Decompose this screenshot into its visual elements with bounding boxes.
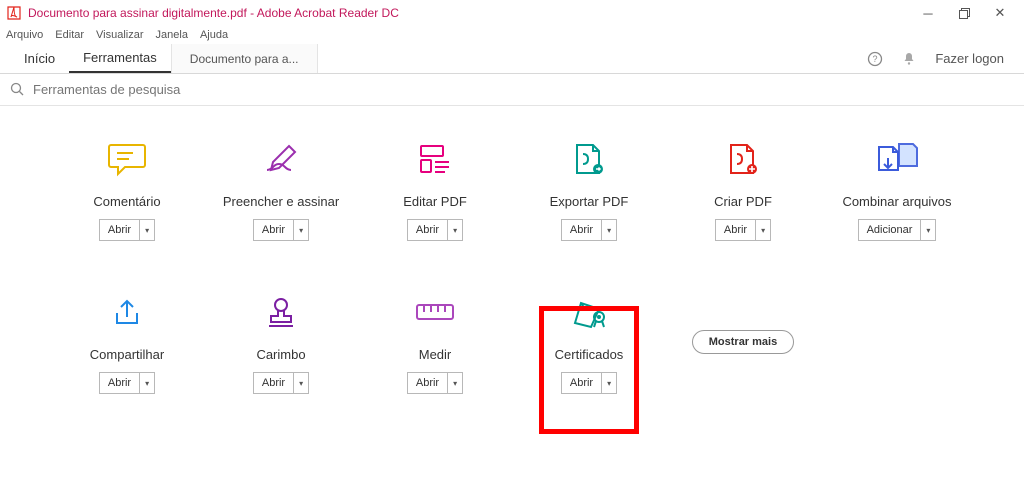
combine-icon — [873, 136, 921, 184]
tool-measure[interactable]: Medir Abrir▾ — [358, 289, 512, 394]
tool-open-button[interactable]: Abrir — [254, 373, 294, 393]
svg-text:?: ? — [873, 54, 878, 64]
tab-bar: Início Ferramentas Documento para a... ?… — [0, 44, 1024, 74]
certificate-icon — [565, 289, 613, 337]
search-bar — [0, 74, 1024, 106]
acrobat-icon — [6, 5, 22, 21]
menu-bar: Arquivo Editar Visualizar Janela Ajuda — [0, 26, 1024, 44]
tool-comment[interactable]: Comentário Abrir▾ — [50, 136, 204, 241]
edit-pdf-icon — [411, 136, 459, 184]
chevron-down-icon[interactable]: ▾ — [140, 220, 154, 240]
window-controls: ─ ✕ — [910, 0, 1018, 26]
tool-open-button[interactable]: Abrir — [716, 220, 756, 240]
tool-label: Combinar arquivos — [842, 194, 951, 209]
tool-combine-files[interactable]: Combinar arquivos Adicionar▾ — [820, 136, 974, 241]
search-icon — [10, 82, 25, 97]
tool-share[interactable]: Compartilhar Abrir▾ — [50, 289, 204, 394]
tool-open-button[interactable]: Abrir — [562, 373, 602, 393]
menu-item-help[interactable]: Ajuda — [200, 29, 228, 41]
pen-icon — [257, 136, 305, 184]
tab-tools[interactable]: Ferramentas — [69, 44, 171, 73]
tool-open-button[interactable]: Abrir — [100, 220, 140, 240]
tool-label: Certificados — [555, 347, 624, 362]
tool-open-button[interactable]: Abrir — [100, 373, 140, 393]
notifications-icon[interactable] — [901, 51, 917, 67]
tool-open-button[interactable]: Abrir — [562, 220, 602, 240]
chevron-down-icon[interactable]: ▾ — [602, 373, 616, 393]
share-icon — [103, 289, 151, 337]
search-input[interactable] — [33, 82, 1014, 97]
restore-button[interactable] — [946, 0, 982, 26]
chevron-down-icon[interactable]: ▾ — [602, 220, 616, 240]
tool-stamp[interactable]: Carimbo Abrir▾ — [204, 289, 358, 394]
stamp-icon — [257, 289, 305, 337]
chevron-down-icon[interactable]: ▾ — [756, 220, 770, 240]
comment-icon — [103, 136, 151, 184]
tool-open-button[interactable]: Abrir — [408, 373, 448, 393]
tab-document[interactable]: Documento para a... — [171, 44, 318, 73]
chevron-down-icon[interactable]: ▾ — [448, 220, 462, 240]
chevron-down-icon[interactable]: ▾ — [448, 373, 462, 393]
tool-create-pdf[interactable]: Criar PDF Abrir▾ — [666, 136, 820, 241]
close-button[interactable]: ✕ — [982, 0, 1018, 26]
window-titlebar: Documento para assinar digitalmente.pdf … — [0, 0, 1024, 26]
menu-item-view[interactable]: Visualizar — [96, 29, 144, 41]
chevron-down-icon[interactable]: ▾ — [294, 220, 308, 240]
show-more-button[interactable]: Mostrar mais — [692, 330, 794, 354]
create-pdf-icon — [719, 136, 767, 184]
tool-label: Criar PDF — [714, 194, 772, 209]
tool-label: Medir — [419, 347, 452, 362]
menu-item-window[interactable]: Janela — [156, 29, 188, 41]
minimize-button[interactable]: ─ — [910, 0, 946, 26]
window-title: Documento para assinar digitalmente.pdf … — [28, 6, 910, 20]
tool-label: Editar PDF — [403, 194, 467, 209]
chevron-down-icon[interactable]: ▾ — [921, 220, 935, 240]
tool-edit-pdf[interactable]: Editar PDF Abrir▾ — [358, 136, 512, 241]
tool-fill-sign[interactable]: Preencher e assinar Abrir▾ — [204, 136, 358, 241]
ruler-icon — [411, 289, 459, 337]
login-link[interactable]: Fazer logon — [935, 51, 1004, 66]
tab-home[interactable]: Início — [10, 44, 69, 73]
tool-export-pdf[interactable]: Exportar PDF Abrir▾ — [512, 136, 666, 241]
menu-item-file[interactable]: Arquivo — [6, 29, 43, 41]
tool-label: Comentário — [93, 194, 160, 209]
help-icon[interactable]: ? — [867, 51, 883, 67]
tool-add-button[interactable]: Adicionar — [859, 220, 922, 240]
tool-open-button[interactable]: Abrir — [408, 220, 448, 240]
tool-label: Preencher e assinar — [223, 194, 339, 209]
tool-label: Compartilhar — [90, 347, 164, 362]
chevron-down-icon[interactable]: ▾ — [294, 373, 308, 393]
menu-item-edit[interactable]: Editar — [55, 29, 84, 41]
export-pdf-icon — [565, 136, 613, 184]
chevron-down-icon[interactable]: ▾ — [140, 373, 154, 393]
tool-open-button[interactable]: Abrir — [254, 220, 294, 240]
show-more-cell: Mostrar mais — [666, 289, 820, 394]
tool-label: Exportar PDF — [550, 194, 629, 209]
tool-certificates[interactable]: Certificados Abrir▾ — [512, 289, 666, 394]
tools-grid: Comentário Abrir▾ Preencher e assinar Ab… — [0, 106, 1024, 404]
tool-label: Carimbo — [256, 347, 305, 362]
